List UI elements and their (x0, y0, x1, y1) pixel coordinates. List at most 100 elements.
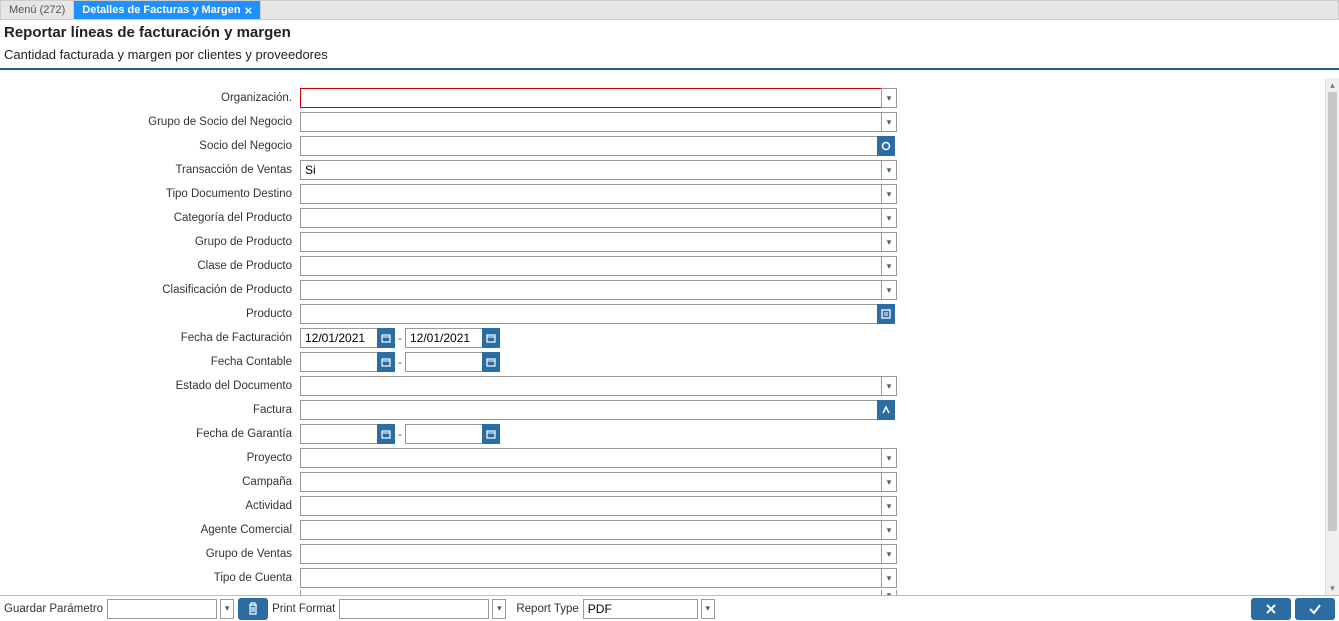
scroll-up-icon[interactable]: ▴ (1326, 78, 1339, 92)
input-fecha-gar-from[interactable] (300, 424, 378, 444)
dropdown-icon[interactable]: ▾ (881, 496, 897, 516)
close-icon[interactable]: × (245, 4, 253, 17)
calendar-icon[interactable] (482, 424, 500, 444)
label-estado-doc: Estado del Documento (0, 380, 300, 392)
input-grupo-prod[interactable] (300, 232, 882, 252)
cancel-button[interactable] (1251, 598, 1291, 620)
label-fecha-gar: Fecha de Garantía (0, 428, 300, 440)
form-scroll: Organización. ▾ Grupo de Socio del Negoc… (0, 78, 1325, 595)
label-actividad: Actividad (0, 500, 300, 512)
dropdown-icon[interactable]: ▾ (881, 472, 897, 492)
input-actividad[interactable] (300, 496, 882, 516)
input-transaccion[interactable] (300, 160, 882, 180)
dropdown-icon[interactable]: ▾ (881, 184, 897, 204)
calendar-icon[interactable] (377, 424, 395, 444)
input-grupo-ventas[interactable] (300, 544, 882, 564)
input-tipo-doc[interactable] (300, 184, 882, 204)
label-clase-prod: Clase de Producto (0, 260, 300, 272)
input-producto[interactable] (300, 304, 878, 324)
dropdown-icon[interactable]: ▾ (881, 160, 897, 180)
label-report-type: Report Type (516, 603, 578, 615)
form-grid: Organización. ▾ Grupo de Socio del Negoc… (0, 78, 1325, 595)
label-categoria-prod: Categoría del Producto (0, 212, 300, 224)
input-grupo-socio[interactable] (300, 112, 882, 132)
label-agente: Agente Comercial (0, 524, 300, 536)
input-tipo-cuenta[interactable] (300, 568, 882, 588)
tab-menu-label: Menú (272) (9, 4, 65, 16)
dropdown-icon[interactable]: ▾ (881, 520, 897, 540)
label-campana: Campaña (0, 476, 300, 488)
input-fecha-cont-to[interactable] (405, 352, 483, 372)
input-fecha-gar-to[interactable] (405, 424, 483, 444)
label-grupo-prod: Grupo de Producto (0, 236, 300, 248)
vertical-scrollbar[interactable]: ▴ ▾ (1325, 78, 1339, 595)
ok-button[interactable] (1295, 598, 1335, 620)
status-bar: Guardar Parámetro ▾ Print Format ▾ Repor… (0, 595, 1339, 621)
product-info-icon[interactable] (877, 304, 895, 324)
label-grupo-ventas: Grupo de Ventas (0, 548, 300, 560)
input-save-param[interactable] (107, 599, 217, 619)
input-fecha-cont-from[interactable] (300, 352, 378, 372)
calendar-icon[interactable] (482, 352, 500, 372)
dropdown-icon[interactable]: ▾ (701, 599, 715, 619)
label-organizacion: Organización. (0, 92, 300, 104)
form-area: Organización. ▾ Grupo de Socio del Negoc… (0, 78, 1339, 595)
input-print-format[interactable] (339, 599, 489, 619)
label-tipo-cuenta: Tipo de Cuenta (0, 572, 300, 584)
dropdown-icon[interactable]: ▾ (881, 280, 897, 300)
label-factura: Factura (0, 404, 300, 416)
assistant-icon[interactable] (877, 400, 895, 420)
requery-icon[interactable] (877, 136, 895, 156)
label-proyecto: Proyecto (0, 452, 300, 464)
page-title: Reportar líneas de facturación y margen (4, 24, 1335, 41)
scroll-down-icon[interactable]: ▾ (1326, 581, 1339, 595)
input-clase-prod[interactable] (300, 256, 882, 276)
input-estado-doc[interactable] (300, 376, 882, 396)
input-fecha-fact-to[interactable] (405, 328, 483, 348)
tab-menu[interactable]: Menú (272) (1, 1, 74, 19)
label-transaccion: Transacción de Ventas (0, 164, 300, 176)
calendar-icon[interactable] (377, 352, 395, 372)
range-separator: - (398, 355, 402, 369)
dropdown-icon[interactable]: ▾ (881, 256, 897, 276)
dropdown-icon[interactable]: ▾ (881, 568, 897, 588)
dropdown-icon[interactable]: ▾ (881, 208, 897, 228)
label-fecha-fact: Fecha de Facturación (0, 332, 300, 344)
dropdown-icon[interactable]: ▾ (881, 376, 897, 396)
delete-icon[interactable] (238, 598, 268, 620)
input-categoria-prod[interactable] (300, 208, 882, 228)
input-fecha-fact-from[interactable] (300, 328, 378, 348)
tab-detalles[interactable]: Detalles de Facturas y Margen × (74, 1, 261, 19)
input-clasif-prod[interactable] (300, 280, 882, 300)
dropdown-icon[interactable]: ▾ (492, 599, 506, 619)
label-fecha-cont: Fecha Contable (0, 356, 300, 368)
label-clasif-prod: Clasificación de Producto (0, 284, 300, 296)
range-separator: - (398, 427, 402, 441)
input-proyecto[interactable] (300, 448, 882, 468)
label-save-param: Guardar Parámetro (4, 603, 103, 615)
input-report-type[interactable] (583, 599, 698, 619)
input-agente[interactable] (300, 520, 882, 540)
label-grupo-socio: Grupo de Socio del Negocio (0, 116, 300, 128)
dropdown-icon[interactable]: ▾ (881, 544, 897, 564)
scrollbar-thumb[interactable] (1328, 92, 1337, 531)
dropdown-icon[interactable]: ▾ (881, 88, 897, 108)
tab-bar: Menú (272) Detalles de Facturas y Margen… (0, 0, 1339, 20)
input-factura[interactable] (300, 400, 878, 420)
label-tipo-doc: Tipo Documento Destino (0, 188, 300, 200)
page-subtitle: Cantidad facturada y margen por clientes… (4, 47, 1335, 62)
range-separator: - (398, 331, 402, 345)
label-producto: Producto (0, 308, 300, 320)
label-socio: Socio del Negocio (0, 140, 300, 152)
input-organizacion[interactable] (300, 88, 882, 108)
input-socio[interactable] (300, 136, 878, 156)
dropdown-icon[interactable]: ▾ (881, 232, 897, 252)
calendar-icon[interactable] (377, 328, 395, 348)
input-campana[interactable] (300, 472, 882, 492)
dropdown-icon[interactable]: ▾ (220, 599, 234, 619)
page-header: Reportar líneas de facturación y margen … (0, 20, 1339, 70)
dropdown-icon[interactable]: ▾ (881, 112, 897, 132)
dropdown-icon[interactable]: ▾ (881, 448, 897, 468)
calendar-icon[interactable] (482, 328, 500, 348)
tab-detalles-label: Detalles de Facturas y Margen (82, 4, 240, 16)
